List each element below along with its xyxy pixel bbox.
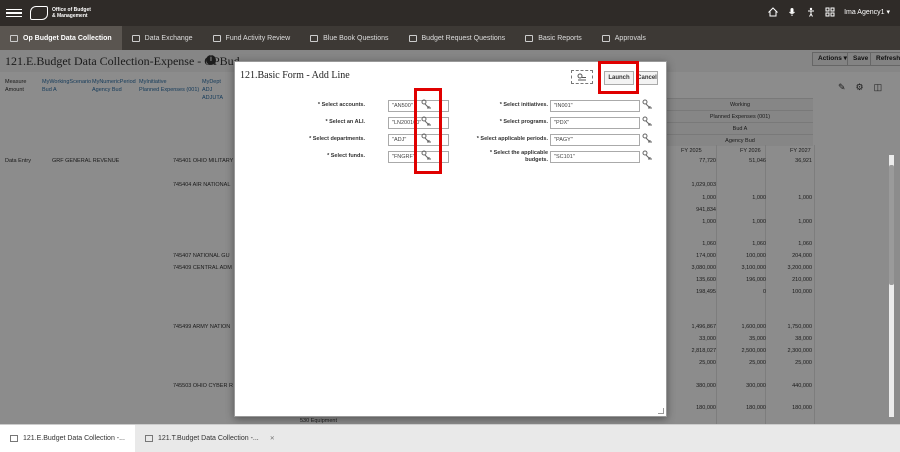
menu-icon[interactable] [6, 8, 22, 18]
budgets-input[interactable]: "SC101" [550, 151, 640, 163]
exchange-icon [131, 34, 140, 42]
periods-input[interactable]: "PAGY" [550, 134, 640, 146]
form-icon [144, 435, 153, 442]
footer-tab-label: 121.E.Budget Data Collection -... [23, 435, 125, 442]
member-select-icon [577, 73, 586, 81]
tab-icon [10, 34, 18, 42]
approvals-icon [601, 34, 610, 42]
cancel-button[interactable]: Cancel [636, 71, 658, 85]
tab-blue-book-questions[interactable]: Blue Book Questions [300, 26, 398, 50]
member-selector-icon[interactable] [642, 133, 653, 143]
dialog-title: 121.Basic Form - Add Line [240, 70, 350, 81]
tab-label: Approvals [614, 34, 646, 42]
highlight-launch-button [598, 61, 639, 94]
review-icon [212, 34, 221, 42]
app-navigation: Op Budget Data Collection Data Exchange … [0, 26, 900, 50]
member-selection-button[interactable] [571, 70, 593, 84]
programs-input[interactable]: "PDX" [550, 117, 640, 129]
top-bar: Office of Budget & Management Ima Agency1… [0, 0, 900, 26]
tab-op-budget-data-collection[interactable]: Op Budget Data Collection [0, 26, 122, 50]
form-icon [10, 435, 18, 442]
apps-grid-icon[interactable] [825, 7, 835, 17]
pencil-icon [310, 34, 319, 42]
report-icon [525, 34, 534, 42]
footer-tabs: 121.E.Budget Data Collection -... 121.T.… [0, 424, 900, 452]
member-selector-icon[interactable] [642, 116, 653, 126]
tab-budget-request-questions[interactable]: Budget Request Questions [399, 26, 516, 50]
member-selector-icon[interactable] [642, 99, 653, 109]
budgets-label: * Select the applicable budgets. [489, 150, 548, 163]
tab-approvals[interactable]: Approvals [592, 26, 656, 50]
scroll-thumb[interactable] [889, 165, 894, 285]
home-icon[interactable] [768, 7, 779, 17]
brand-logo: Office of Budget & Management [30, 6, 96, 20]
footer-tab[interactable]: 121.E.Budget Data Collection -... [0, 425, 135, 452]
ali-label: * Select an ALI. [325, 119, 365, 125]
footer-tab[interactable]: 121.T.Budget Data Collection -... ✕ [135, 425, 285, 452]
user-name: Ima Agency1 [844, 9, 885, 16]
tab-label: Budget Request Questions [421, 34, 506, 42]
microphone-icon[interactable] [787, 7, 797, 17]
user-menu[interactable]: Ima Agency1 ▾ [844, 8, 890, 16]
tab-label: Blue Book Questions [323, 34, 389, 42]
funds-label: * Select funds. [327, 153, 365, 159]
close-icon[interactable]: ✕ [270, 435, 275, 442]
brand-line-2: & Management [52, 13, 88, 19]
tab-label: Basic Reports [538, 34, 582, 42]
initiatives-input[interactable]: "IN001" [550, 100, 640, 112]
accessibility-icon[interactable] [806, 7, 816, 17]
tab-label: Fund Activity Review [225, 34, 291, 42]
footer-tab-label: 121.T.Budget Data Collection -... [157, 435, 259, 442]
document-icon [408, 34, 417, 42]
add-line-dialog: 121.Basic Form - Add Line Launch Cancel … [234, 61, 667, 417]
departments-label: * Select departments. [309, 136, 365, 142]
member-selector-icon[interactable] [642, 150, 653, 160]
initiatives-label: * Select initiatives. [499, 102, 548, 108]
accounts-label: * Select accounts. [317, 102, 365, 108]
grid-scrollbar[interactable] [889, 155, 894, 417]
periods-label: * Select applicable periods. [476, 136, 548, 142]
ohio-logo-icon [30, 6, 48, 20]
tab-fund-activity-review[interactable]: Fund Activity Review [203, 26, 301, 50]
tab-label: Op Budget Data Collection [23, 34, 112, 42]
programs-label: * Select programs. [499, 119, 548, 125]
resize-handle[interactable] [658, 408, 664, 414]
tab-label: Data Exchange [144, 34, 193, 42]
tab-data-exchange[interactable]: Data Exchange [122, 26, 203, 50]
highlight-member-selectors [414, 88, 442, 174]
tab-basic-reports[interactable]: Basic Reports [515, 26, 592, 50]
chevron-down-icon: ▾ [886, 9, 890, 16]
